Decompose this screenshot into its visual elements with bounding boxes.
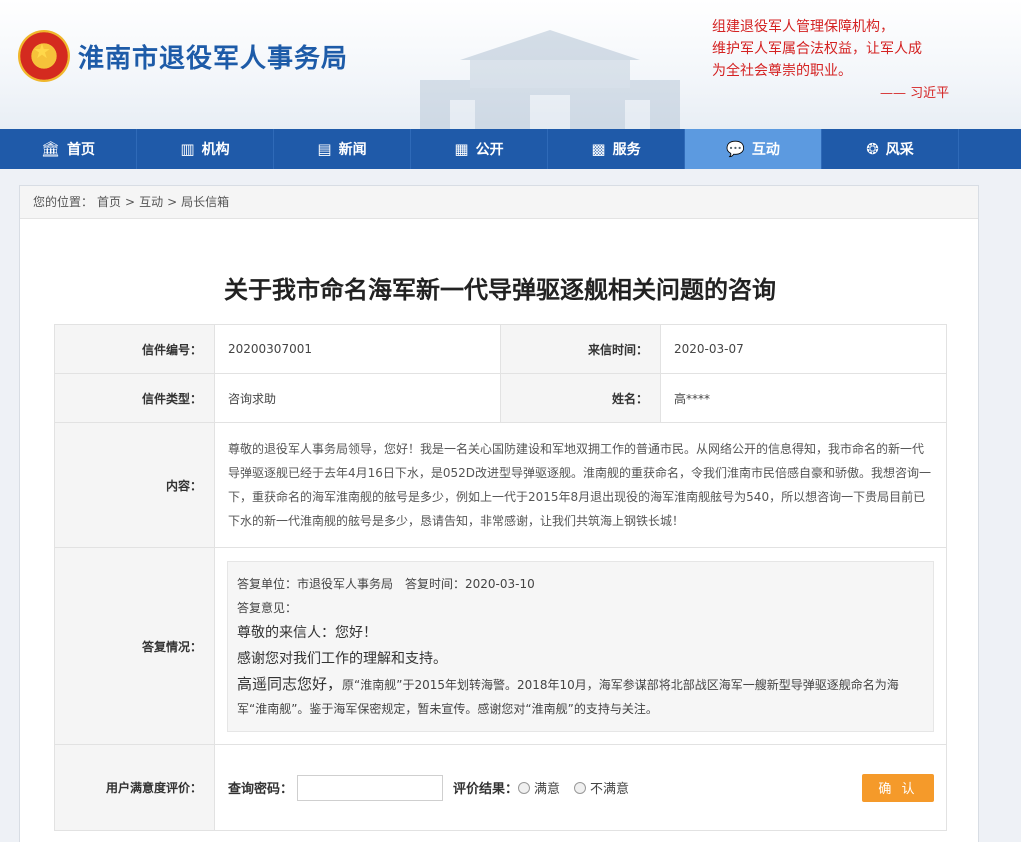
page-title: 关于我市命名海军新一代导弹驱逐舰相关问题的咨询 — [224, 276, 776, 304]
nav-label: 服务 — [612, 142, 641, 158]
nav-item-organization[interactable]: ▥ 机构 — [137, 129, 274, 169]
letter-type-label: 信件类型： — [54, 373, 215, 423]
nav-item-news[interactable]: ▤ 新闻 — [274, 129, 411, 169]
nav-item-service[interactable]: ▩ 服务 — [548, 129, 685, 169]
quote-line: 组建退役军人管理保障机构， — [712, 19, 894, 35]
breadcrumb-separator: > — [125, 195, 136, 209]
nav-item-gallery[interactable]: ❂ 风采 — [822, 129, 959, 169]
password-label: 查询密码： — [228, 782, 294, 797]
sender-name-label: 姓名： — [500, 373, 661, 423]
reply-label: 答复情况： — [54, 547, 215, 745]
letter-time-value: 2020-03-07 — [660, 324, 947, 374]
quote-line: 维护军人军属合法权益，让军人成 — [712, 41, 922, 57]
reply-body: 高遥同志您好，原“淮南舰”于2015年划转海警。2018年10月，海军参谋部将北… — [237, 672, 923, 721]
nav-item-public[interactable]: ▦ 公开 — [411, 129, 548, 169]
breadcrumb-prefix: 您的位置： — [33, 195, 94, 209]
grid-icon: ▩ — [591, 140, 606, 158]
main-nav: 🏛 首页 ▥ 机构 ▤ 新闻 ▦ 公开 ▩ 服务 💬 互动 ❂ 风采 — [0, 129, 1021, 169]
radio-circle-icon[interactable] — [518, 781, 531, 794]
letter-number-value: 20200307001 — [214, 324, 501, 374]
content-label: 内容： — [54, 422, 215, 548]
site-title[interactable]: 淮南市退役军人事务局 — [78, 38, 348, 75]
breadcrumb-link-interaction[interactable]: 互动 — [139, 195, 163, 209]
news-icon: ▤ — [317, 140, 332, 158]
nav-label: 机构 — [201, 142, 230, 158]
radio-unsatisfied-label: 不满意 — [590, 782, 630, 797]
rating-cell: 查询密码： 评价结果： 满意 不满意 确 认 — [214, 744, 947, 831]
letter-detail-table: 信件编号： 20200307001 来信时间： 2020-03-07 信件类型：… — [54, 324, 947, 831]
nav-label: 新闻 — [338, 142, 367, 158]
nav-label: 风采 — [885, 142, 914, 158]
clipboard-icon: ▦ — [454, 140, 469, 158]
aperture-icon: ❂ — [866, 140, 879, 158]
nav-label: 首页 — [67, 142, 96, 158]
quote-line: 为全社会尊崇的职业。 — [712, 63, 852, 79]
quote-author: —— 习近平 — [880, 86, 950, 101]
result-label: 评价结果： — [453, 782, 519, 797]
confirm-button[interactable]: 确 认 — [862, 773, 934, 802]
content-panel: 您的位置： 首页 > 互动 > 局长信箱 关于我市命名海军新一代导弹驱逐舰相关问题的咨询 … — [19, 185, 979, 842]
letter-content: 尊敬的退役军人事务局领导，您好！我是一名关心国防建设和军地双拥工作的普通市民。从… — [214, 422, 947, 548]
rating-form: 查询密码： 评价结果： 满意 不满意 确 认 — [215, 748, 946, 828]
breadcrumb-separator: > — [167, 195, 178, 209]
reply-greeting: 尊敬的来信人：您好！ — [237, 624, 377, 641]
breadcrumb-link-mailbox[interactable]: 局长信箱 — [181, 195, 229, 209]
site-header: 淮南市退役军人事务局 组建退役军人管理保障机构， 维护军人军属合法权益，让军人成… — [0, 0, 1021, 129]
national-emblem-logo — [18, 30, 70, 82]
skyline-image — [420, 30, 680, 129]
reply-lead: 高遥同志您好， — [237, 674, 343, 693]
breadcrumb-link-home[interactable]: 首页 — [97, 195, 121, 209]
reply-opinion-label: 答复意见： — [237, 600, 298, 615]
letter-type-value: 咨询求助 — [214, 373, 501, 423]
reply-box: 答复单位：市退役军人事务局 答复时间：2020-03-10 答复意见： 尊敬的来… — [227, 560, 934, 732]
breadcrumb: 您的位置： 首页 > 互动 > 局长信箱 — [20, 186, 978, 219]
radio-unsatisfied[interactable]: 不满意 — [574, 778, 629, 797]
radio-satisfied[interactable]: 满意 — [518, 778, 560, 797]
reply-unit-line: 答复单位：市退役军人事务局 答复时间：2020-03-10 — [237, 576, 535, 591]
reply-cell: 答复单位：市退役军人事务局 答复时间：2020-03-10 答复意见： 尊敬的来… — [214, 547, 947, 745]
nav-item-interaction[interactable]: 💬 互动 — [685, 129, 822, 169]
letter-time-label: 来信时间： — [500, 324, 661, 374]
nav-label: 互动 — [751, 142, 780, 158]
nav-label: 公开 — [475, 142, 504, 158]
building-icon: ▥ — [180, 140, 195, 158]
chat-icon: 💬 — [726, 140, 745, 158]
sender-name-value: 高**** — [660, 373, 947, 423]
rating-label: 用户满意度评价： — [54, 744, 215, 831]
bank-icon: 🏛 — [40, 140, 61, 158]
reply-thanks: 感谢您对我们工作的理解和支持。 — [237, 650, 447, 667]
header-quote: 组建退役军人管理保障机构， 维护军人军属合法权益，让军人成 为全社会尊崇的职业。 — [712, 16, 992, 82]
radio-circle-icon[interactable] — [574, 781, 587, 794]
radio-satisfied-label: 满意 — [534, 782, 561, 797]
nav-item-home[interactable]: 🏛 首页 — [0, 129, 137, 169]
query-password-input[interactable] — [297, 774, 444, 801]
letter-number-label: 信件编号： — [54, 324, 215, 374]
